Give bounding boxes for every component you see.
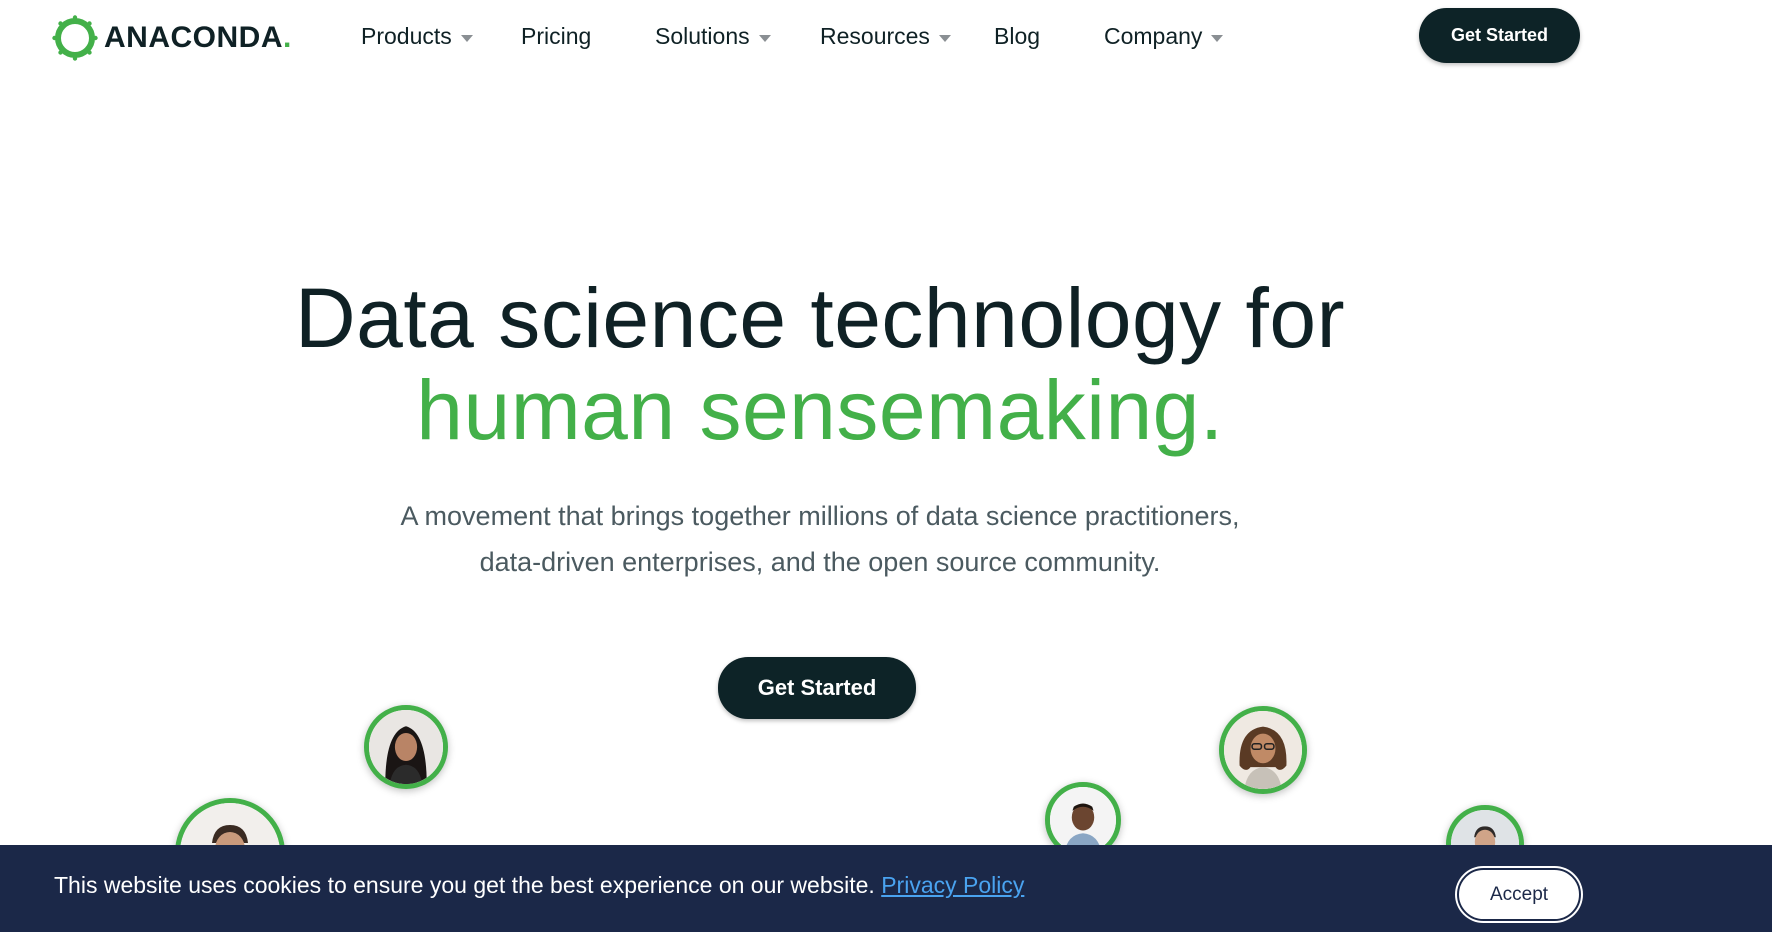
anaconda-ring-logo-icon: [52, 15, 98, 61]
hero-subtitle-line1: A movement that brings together millions…: [400, 501, 1240, 531]
nav-products[interactable]: Products: [361, 20, 473, 52]
cookie-message: This website uses cookies to ensure you …: [54, 872, 1024, 899]
community-avatar: [364, 705, 448, 789]
nav-products-label: Products: [361, 22, 452, 49]
person-photo-icon: [369, 710, 443, 784]
logo-text: ANACONDA: [104, 21, 283, 54]
privacy-policy-link[interactable]: Privacy Policy: [881, 872, 1024, 898]
logo-dot: .: [283, 21, 292, 54]
caret-down-icon: [938, 35, 951, 42]
hero-subtitle-line2: data-driven enterprises, and the open so…: [479, 547, 1161, 577]
nav-company[interactable]: Company: [1104, 20, 1224, 52]
nav-resources[interactable]: Resources: [820, 20, 951, 52]
caret-down-icon: [1211, 35, 1224, 42]
cookie-banner: This website uses cookies to ensure you …: [0, 845, 1772, 932]
hero-headline-line2: human sensemaking.: [416, 363, 1224, 457]
hero-headline-line1: Data science technology for: [294, 271, 1346, 365]
header-get-started-button[interactable]: Get Started: [1419, 8, 1580, 63]
accept-cookies-button[interactable]: Accept: [1457, 868, 1581, 921]
person-photo-icon: [1224, 711, 1302, 789]
hero-subtitle: A movement that brings together millions…: [0, 493, 1640, 585]
nav-solutions-label: Solutions: [655, 22, 750, 49]
nav-blog-label: Blog: [994, 22, 1041, 49]
page: ANACONDA. Products Pricing Solutions Res…: [0, 0, 1781, 932]
caret-down-icon: [460, 35, 473, 42]
nav-pricing[interactable]: Pricing: [521, 20, 591, 52]
hero-get-started-button[interactable]: Get Started: [718, 657, 916, 719]
community-avatar: [1219, 706, 1307, 794]
caret-down-icon: [758, 35, 771, 42]
anaconda-logo[interactable]: ANACONDA.: [52, 14, 291, 62]
nav-solutions[interactable]: Solutions: [655, 20, 771, 52]
nav-resources-label: Resources: [820, 22, 930, 49]
cookie-message-text: This website uses cookies to ensure you …: [54, 872, 882, 898]
nav-company-label: Company: [1104, 22, 1203, 49]
nav-pricing-label: Pricing: [521, 22, 592, 49]
person-photo-icon: [1050, 787, 1116, 853]
nav-blog[interactable]: Blog: [994, 20, 1040, 52]
